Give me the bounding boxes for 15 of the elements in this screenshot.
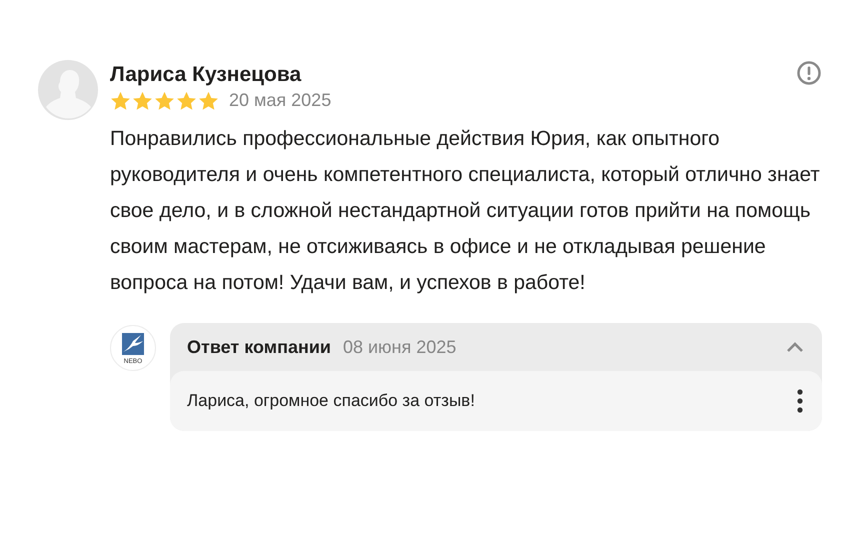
avatar-icon: [38, 60, 98, 120]
star-icon: [132, 90, 153, 110]
review-date: 20 мая 2025: [229, 90, 332, 111]
author-name: Лариса Кузнецова: [110, 62, 302, 88]
report-icon[interactable]: [796, 60, 822, 86]
star-icon: [198, 90, 219, 110]
collapse-icon[interactable]: [786, 341, 804, 353]
review-text: Понравились профессиональные действия Юрия, как опытного руководителя и очень компетентного специалиста, который отлично знает свое дело, и в сложной нестандартной ситуации готов прийти на помощь своим мастерам, не отсиживаясь в офисе и не откладывая решение вопроса на потом! Удачи вам, и успехов в работе!: [110, 126, 821, 296]
star-icon: [110, 90, 131, 110]
reply-title: Ответ компании: [187, 336, 331, 358]
star-icon: [176, 90, 197, 110]
reply-text: Лариса, огромное спасибо за отзыв!: [187, 391, 475, 411]
star-icon: [154, 90, 175, 110]
more-icon[interactable]: [796, 389, 804, 413]
reply-date: 08 июня 2025: [342, 336, 458, 358]
